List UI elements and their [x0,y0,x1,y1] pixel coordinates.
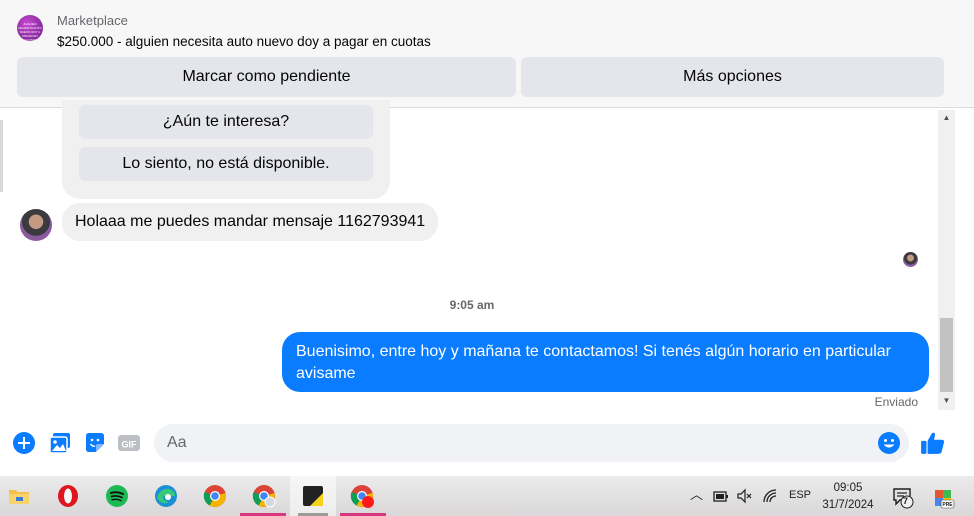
received-message: Holaaa me puedes mandar mensaje 11627939… [62,203,439,241]
svg-text:GIF: GIF [122,440,138,450]
svg-text:PRE: PRE [942,502,953,508]
photo-gallery-icon[interactable] [48,431,72,455]
opera-icon[interactable] [56,484,80,508]
battery-charging-icon[interactable] [711,488,729,504]
clock-time: 09:05 [833,482,863,494]
add-plus-icon[interactable] [12,431,36,455]
notification-count-badge: 7 [903,496,909,506]
copilot-preview-icon[interactable]: PRE [931,486,955,510]
sticker-icon[interactable] [83,431,107,455]
left-edge-divider [0,120,3,192]
emoji-icon[interactable] [877,431,901,455]
listing-title[interactable]: $250.000 - alguien necesita auto nuevo d… [57,34,431,49]
sender-avatar[interactable] [20,209,52,241]
quick-reply-not-available[interactable]: Lo siento, no está disponible. [79,147,373,181]
chat-header: ALGUIEN NECESITA AUTO NUEVO DOY A PAGAR … [0,0,974,108]
scrollbar-thumb[interactable] [940,318,953,392]
sent-message: Buenisimo, entre hoy y mañana te contact… [282,332,929,392]
quick-reply-still-interested[interactable]: ¿Aún te interesa? [79,105,373,139]
language-indicator[interactable]: ESP [789,489,811,501]
scroll-down-arrow-icon[interactable]: ▼ [941,396,952,406]
marketplace-label: Marketplace [57,13,128,28]
taskbar-clock[interactable]: 09:05 31/7/2024 [812,480,884,514]
listing-avatar[interactable]: ALGUIEN NECESITA AUTO NUEVO DOY A PAGAR … [17,15,43,41]
chrome-icon[interactable] [203,484,227,508]
file-explorer-icon[interactable] [7,484,31,508]
gif-icon[interactable]: GIF [117,431,141,455]
messenger-window: ALGUIEN NECESITA AUTO NUEVO DOY A PAGAR … [0,0,974,516]
edge-icon[interactable] [154,484,178,508]
chrome-notification-icon[interactable] [350,484,374,508]
like-thumbs-up-icon[interactable] [920,430,946,456]
sticky-notes-icon[interactable] [301,484,325,508]
volume-muted-icon[interactable] [736,488,752,504]
sent-status: Enviado [874,395,918,409]
seen-indicator-avatar [903,252,918,267]
chrome-profile-icon[interactable] [252,484,276,508]
clock-date: 31/7/2024 [822,499,874,511]
scroll-up-arrow-icon[interactable]: ▲ [941,113,952,123]
more-options-button[interactable]: Más opciones [521,57,944,97]
message-timestamp: 9:05 am [449,298,495,312]
show-hidden-icons-chevron-icon[interactable]: ︿ [690,484,703,503]
mark-pending-button[interactable]: Marcar como pendiente [17,57,516,97]
wifi-icon[interactable] [762,488,778,504]
spotify-icon[interactable] [105,484,129,508]
message-input[interactable] [154,424,909,462]
